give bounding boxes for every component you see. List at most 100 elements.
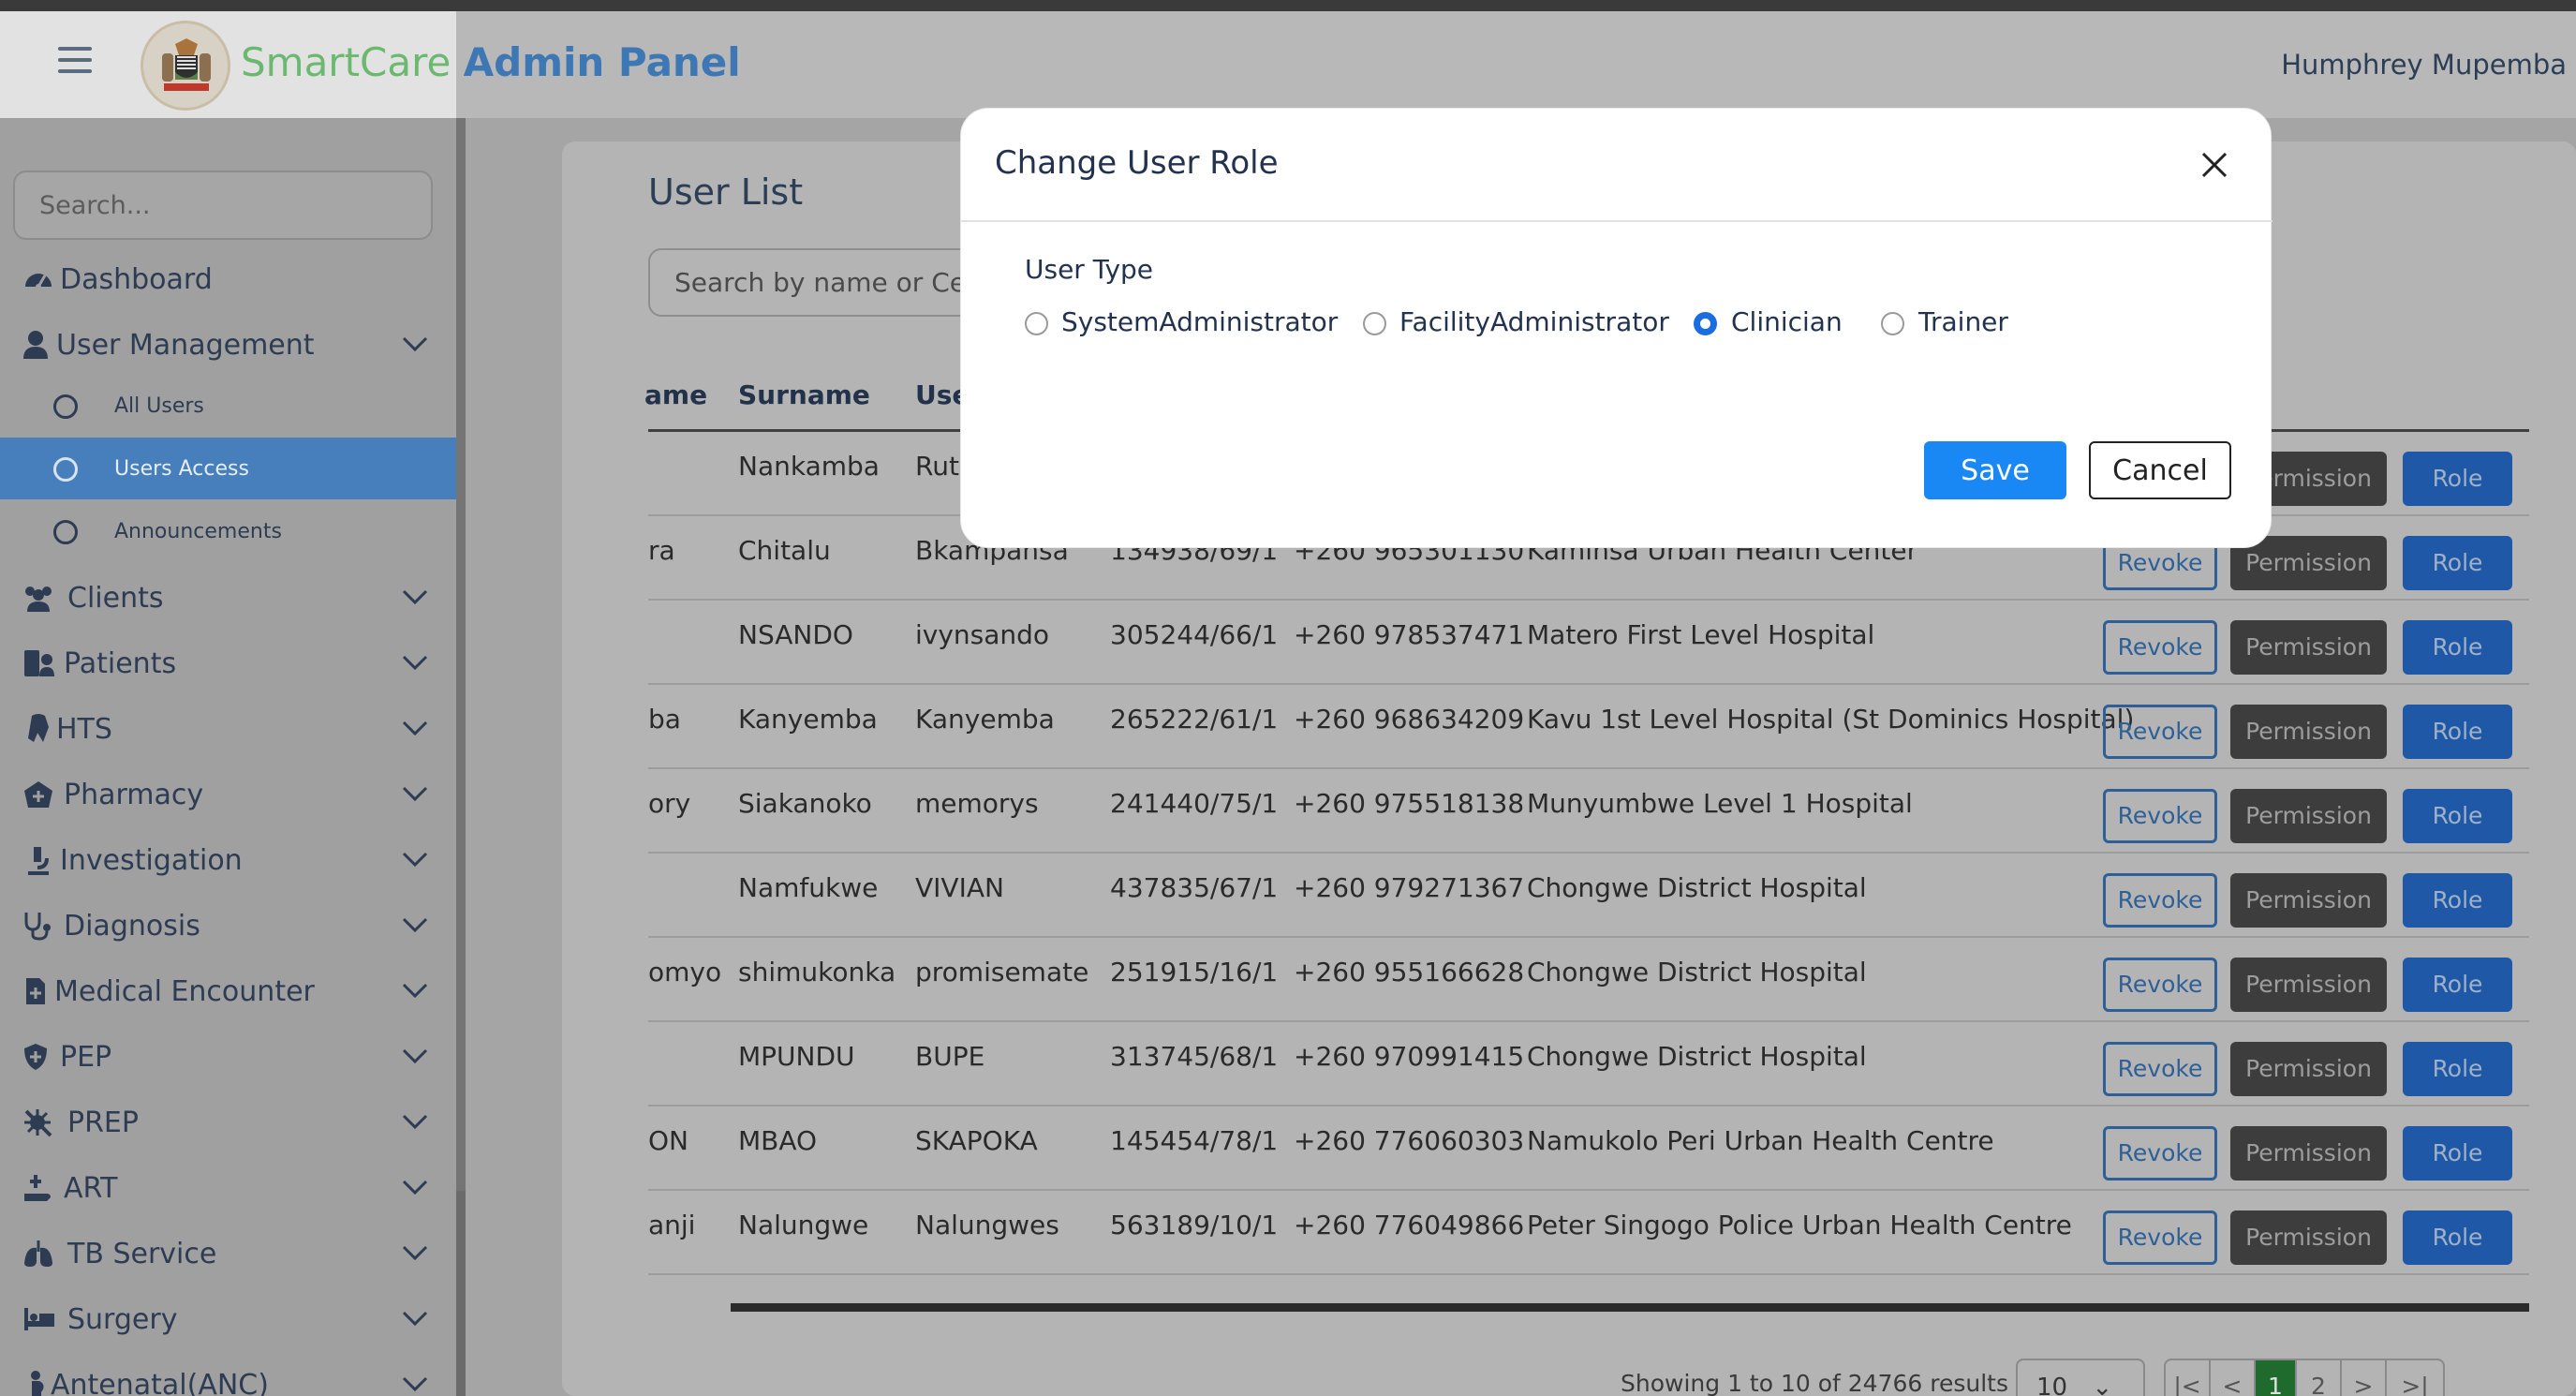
sidebar-subitem-users-access[interactable]: Users Access [0,438,456,499]
window-top-strip [0,0,2576,11]
table-row: ba Kanyemba Kanyemba 265222/61/1 +260 968634… [648,685,2529,769]
permission-button[interactable]: Permission [2230,958,2387,1012]
first-page-button[interactable]: |< [2166,1360,2211,1396]
sidebar-item-pep[interactable]: PEP [0,1029,456,1085]
sidebar-item-label: PEP [60,1041,112,1074]
sidebar-item-patients[interactable]: Patients [0,635,456,691]
permission-button[interactable]: Permission [2230,789,2387,843]
table-horizontal-scrollbar[interactable] [731,1303,2529,1312]
close-icon[interactable] [2196,146,2233,184]
user-name[interactable]: Humphrey Mupemba [2281,49,2567,81]
cell-facility: Chongwe District Hospital [1527,872,1867,903]
column-header-surname[interactable]: Surname [738,379,870,410]
chevron-down-icon [402,720,428,736]
next-page-button[interactable]: > [2342,1360,2387,1396]
page-button-1[interactable]: 1 [2256,1360,2297,1396]
table-row: omyo shimukonka promisemate 251915/16/1 +260… [648,938,2529,1022]
revoke-button[interactable]: Revoke [2103,1042,2217,1096]
column-header-first-name[interactable]: ame [644,379,707,410]
radio-button[interactable] [1881,312,1904,335]
sidebar-item-clients[interactable]: Clients [0,570,456,626]
sidebar-item-user-management[interactable]: User Management [0,317,456,373]
sidebar-item-label: PREP [67,1106,139,1139]
sidebar-item-pharmacy[interactable]: Pharmacy [0,766,456,823]
cell-phone: +260 975518138 [1294,788,1525,819]
permission-button[interactable]: Permission [2230,1126,2387,1181]
role-button[interactable]: Role [2403,1126,2512,1181]
sidebar-scrollbar-thumb[interactable] [456,118,466,1191]
revoke-button[interactable]: Revoke [2103,705,2217,759]
cell-first-name: ON [648,1125,688,1156]
role-button[interactable]: Role [2403,789,2512,843]
cell-username: promisemate [915,957,1089,988]
cell-nrc: 251915/16/1 [1110,957,1279,988]
chevron-down-icon [402,655,428,671]
table-row: MPUNDU BUPE 313745/68/1 +260 970991415 Chong… [648,1022,2529,1106]
revoke-button[interactable]: Revoke [2103,620,2217,675]
role-button[interactable]: Role [2403,873,2512,928]
page-size-select[interactable]: 10 ⌄ [2016,1359,2145,1396]
sidebar-scrollbar[interactable] [456,118,466,1396]
page-button-2[interactable]: 2 [2297,1360,2342,1396]
sidebar-subitem-label: Announcements [114,520,282,543]
permission-button[interactable]: Permission [2230,1210,2387,1265]
revoke-button[interactable]: Revoke [2103,789,2217,843]
save-button[interactable]: Save [1924,441,2066,499]
permission-button[interactable]: Permission [2230,620,2387,675]
sidebar-item-tb-service[interactable]: TB Service [0,1225,456,1282]
permission-button[interactable]: Permission [2230,873,2387,928]
sidebar-item-label: HTS [56,713,112,746]
sidebar-subitem-all-users[interactable]: All Users [0,375,456,437]
sidebar-item-label: Patients [64,647,177,680]
sidebar-item-label: Pharmacy [64,779,204,811]
sidebar-item-label: Clients [67,582,164,615]
permission-button[interactable]: Permission [2230,705,2387,759]
revoke-button[interactable]: Revoke [2103,873,2217,928]
stethoscope-icon [24,913,51,941]
role-button[interactable]: Role [2403,705,2512,759]
cancel-button[interactable]: Cancel [2089,441,2231,499]
sidebar-item-prep[interactable]: PREP [0,1094,456,1151]
sidebar-item-antenatal[interactable]: Antenatal(ANC) [0,1357,456,1396]
prev-page-button[interactable]: < [2211,1360,2256,1396]
revoke-button[interactable]: Revoke [2103,958,2217,1012]
last-page-button[interactable]: >| [2387,1360,2443,1396]
permission-button[interactable]: Permission [2230,1042,2387,1096]
role-button[interactable]: Role [2403,958,2512,1012]
cell-phone: +260 955166628 [1294,957,1525,988]
sidebar-subitem-label: All Users [114,394,204,418]
sidebar-item-hts[interactable]: HTS [0,701,456,757]
sidebar-search-input[interactable] [13,171,433,240]
chevron-down-icon [402,336,428,352]
cell-surname: shimukonka [738,957,896,988]
sidebar-item-dashboard[interactable]: Dashboard [0,251,456,307]
sidebar-item-label: TB Service [67,1238,217,1270]
chevron-down-icon [402,1311,428,1327]
dialog-divider [961,220,2273,222]
hamburger-menu-icon[interactable] [58,47,92,75]
role-button[interactable]: Role [2403,1042,2512,1096]
role-button[interactable]: Role [2403,620,2512,675]
sidebar-item-medical-encounter[interactable]: Medical Encounter [0,963,456,1019]
radio-button[interactable] [1363,312,1386,335]
radio-button-selected[interactable] [1694,312,1717,335]
cell-surname: Nalungwe [738,1210,869,1240]
cell-phone: +260 776049866 [1294,1210,1525,1240]
sidebar-item-art[interactable]: ART [0,1160,456,1216]
role-button[interactable]: Role [2403,452,2512,506]
virus-icon [24,1109,52,1137]
sidebar-subitem-announcements[interactable]: Announcements [0,500,456,562]
cell-username: VIVIAN [915,872,1004,903]
chevron-down-icon [402,1245,428,1261]
revoke-button[interactable]: Revoke [2103,1210,2217,1265]
sidebar-item-investigation[interactable]: Investigation [0,832,456,888]
role-button[interactable]: Role [2403,1210,2512,1265]
sidebar-item-diagnosis[interactable]: Diagnosis [0,898,456,954]
revoke-button[interactable]: Revoke [2103,1126,2217,1181]
radio-button[interactable] [1025,312,1048,335]
cell-nrc: 437835/67/1 [1110,872,1279,903]
role-button[interactable]: Role [2403,536,2512,590]
chevron-down-icon: ⌄ [2092,1374,2113,1396]
sidebar-item-surgery[interactable]: Surgery [0,1291,456,1347]
radio-label: FacilityAdministrator [1399,306,1669,337]
